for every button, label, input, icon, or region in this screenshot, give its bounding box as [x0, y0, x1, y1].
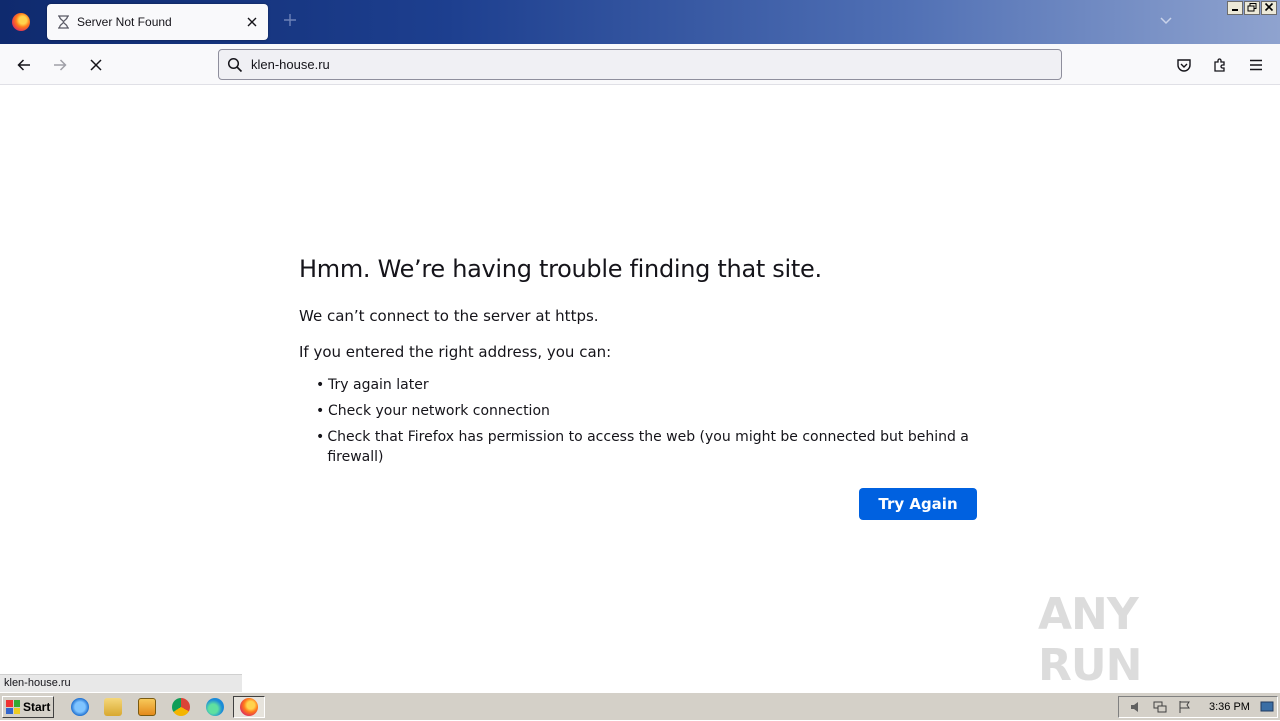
suggestion-list: • Try again later • Check your network con…: [299, 375, 989, 465]
search-icon: [227, 57, 243, 72]
error-title: Hmm. We’re having trouble finding that s…: [299, 255, 822, 283]
close-window-button[interactable]: [1261, 1, 1277, 15]
error-container: Hmm. We’re having trouble finding that s…: [299, 255, 989, 465]
anyrun-watermark: ANY RUN: [1038, 589, 1142, 691]
minimize-icon: [1232, 9, 1238, 11]
arrow-right-icon: [54, 59, 67, 71]
error-subtitle: If you entered the right address, you ca…: [299, 343, 612, 361]
file-explorer-icon[interactable]: [104, 698, 122, 716]
try-again-button[interactable]: Try Again: [859, 488, 977, 520]
clock: 3:36 PM: [1209, 701, 1250, 713]
arrow-left-icon: [17, 59, 30, 71]
tab-title: Server Not Found: [77, 15, 172, 29]
pocket-icon: [1177, 59, 1191, 72]
error-description: We can’t connect to the server at https.: [299, 307, 599, 325]
windows-logo-icon: [6, 700, 20, 714]
new-tab-button[interactable]: [280, 12, 300, 32]
forward-button[interactable]: [47, 52, 73, 78]
firefox-icon: [240, 698, 258, 716]
internet-explorer-icon[interactable]: [71, 698, 89, 716]
chevron-down-icon: [1160, 17, 1172, 25]
speaker-icon[interactable]: [1129, 700, 1143, 714]
url-text: klen-house.ru: [251, 57, 330, 72]
page-content: Hmm. We’re having trouble finding that s…: [0, 85, 1280, 692]
taskbar: Start 3:36 PM: [0, 692, 1280, 720]
tab-server-not-found[interactable]: Server Not Found: [47, 4, 268, 40]
url-bar[interactable]: klen-house.ru: [218, 49, 1062, 80]
firefox-logo-icon: [12, 13, 30, 31]
app-menu-button[interactable]: [1243, 52, 1269, 78]
network-icon[interactable]: [1153, 700, 1167, 714]
puzzle-icon: [1214, 58, 1225, 72]
stop-button[interactable]: [83, 52, 109, 78]
back-button[interactable]: [11, 52, 37, 78]
tab-strip: Server Not Found: [0, 0, 1280, 44]
edge-icon[interactable]: [206, 698, 224, 716]
flag-icon[interactable]: [1178, 700, 1192, 714]
start-button[interactable]: Start: [2, 696, 54, 718]
extensions-button[interactable]: [1207, 52, 1233, 78]
close-window-icon: [1264, 2, 1274, 12]
hourglass-icon: [58, 15, 69, 29]
restore-button[interactable]: [1244, 1, 1260, 15]
tab-list-button[interactable]: [1158, 12, 1176, 30]
restore-icon: [1247, 3, 1257, 12]
list-item: • Try again later: [316, 377, 429, 393]
window-controls: [1227, 1, 1277, 15]
plus-icon: [284, 14, 296, 26]
navigation-toolbar: klen-house.ru: [0, 44, 1280, 85]
taskbar-firefox-active[interactable]: [233, 696, 265, 718]
show-desktop-icon[interactable]: [1260, 700, 1274, 714]
firefox-menu-button[interactable]: [0, 0, 42, 44]
pocket-button[interactable]: [1171, 52, 1197, 78]
list-item: • Check that Firefox has permission to ac…: [316, 429, 969, 465]
close-icon[interactable]: [243, 13, 261, 31]
hamburger-icon: [1250, 59, 1262, 71]
list-item: • Check your network connection: [316, 403, 550, 419]
chrome-icon[interactable]: [172, 698, 190, 716]
minimize-button[interactable]: [1227, 1, 1243, 15]
status-bar: klen-house.ru: [0, 674, 242, 692]
stop-icon: [90, 59, 102, 71]
media-player-icon[interactable]: [138, 698, 156, 716]
